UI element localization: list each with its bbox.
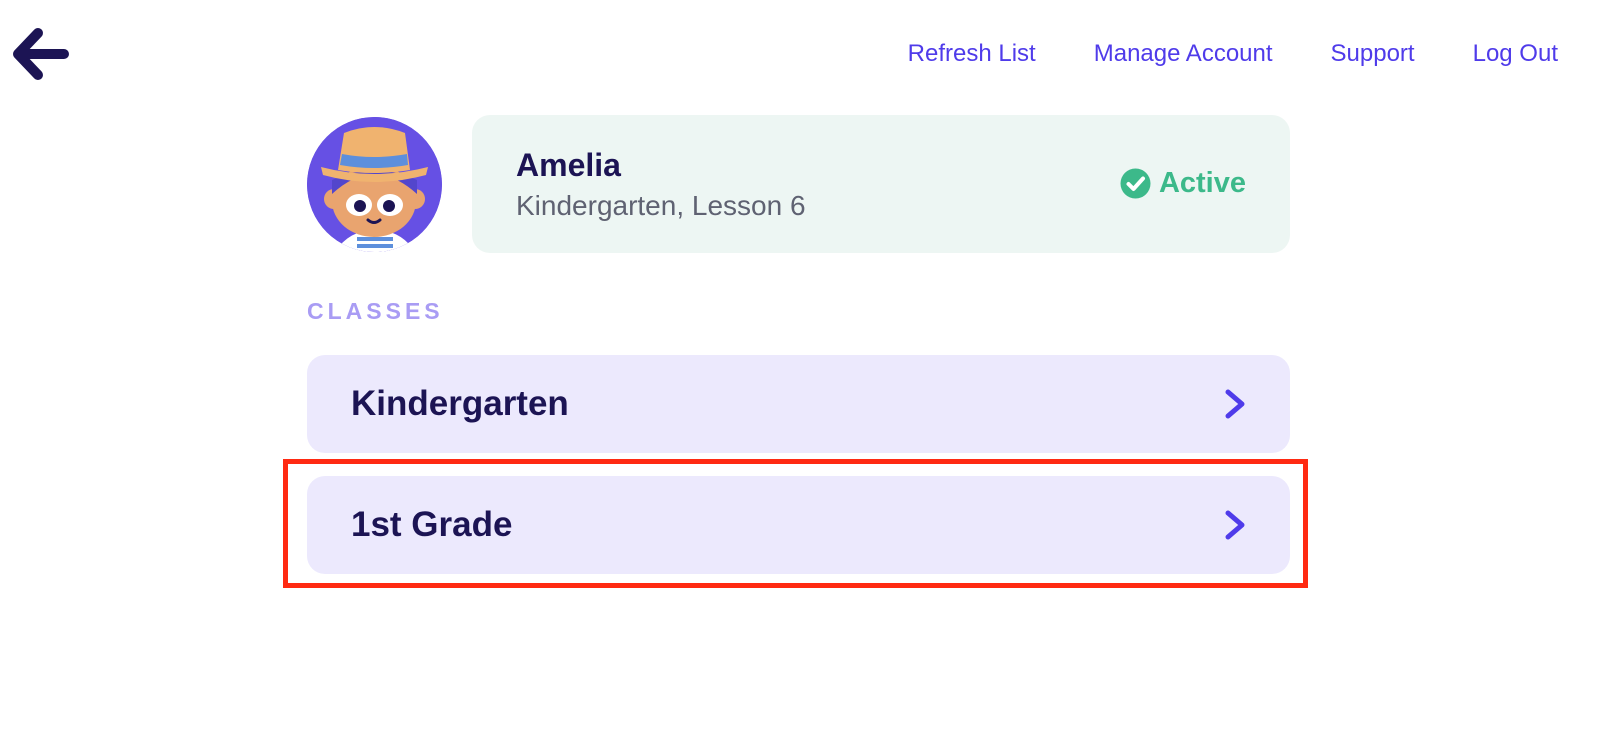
status-label: Active bbox=[1158, 167, 1246, 199]
status-badge: Active bbox=[1120, 165, 1246, 201]
back-button[interactable] bbox=[8, 22, 72, 86]
chevron-right-icon bbox=[1225, 510, 1245, 540]
log-out-link[interactable]: Log Out bbox=[1473, 38, 1558, 70]
top-navigation: Refresh List Manage Account Support Log … bbox=[908, 38, 1558, 70]
arrow-left-icon bbox=[13, 28, 69, 80]
class-item-kindergarten[interactable]: Kindergarten bbox=[307, 355, 1290, 453]
chevron-right-icon bbox=[1225, 389, 1245, 419]
refresh-list-link[interactable]: Refresh List bbox=[908, 38, 1036, 70]
class-item-1st-grade[interactable]: 1st Grade bbox=[307, 476, 1290, 574]
classes-section-label: CLASSES bbox=[307, 298, 444, 324]
child-avatar-icon bbox=[307, 117, 442, 252]
manage-account-link[interactable]: Manage Account bbox=[1094, 38, 1273, 70]
student-name: Amelia bbox=[516, 147, 621, 183]
student-lesson: Kindergarten, Lesson 6 bbox=[516, 190, 806, 221]
student-avatar bbox=[307, 117, 442, 252]
class-label: 1st Grade bbox=[351, 505, 513, 544]
support-link[interactable]: Support bbox=[1331, 38, 1415, 70]
check-circle-icon bbox=[1120, 168, 1151, 198]
class-label: Kindergarten bbox=[351, 384, 569, 423]
student-card: Amelia Kindergarten, Lesson 6 Active bbox=[472, 115, 1290, 253]
